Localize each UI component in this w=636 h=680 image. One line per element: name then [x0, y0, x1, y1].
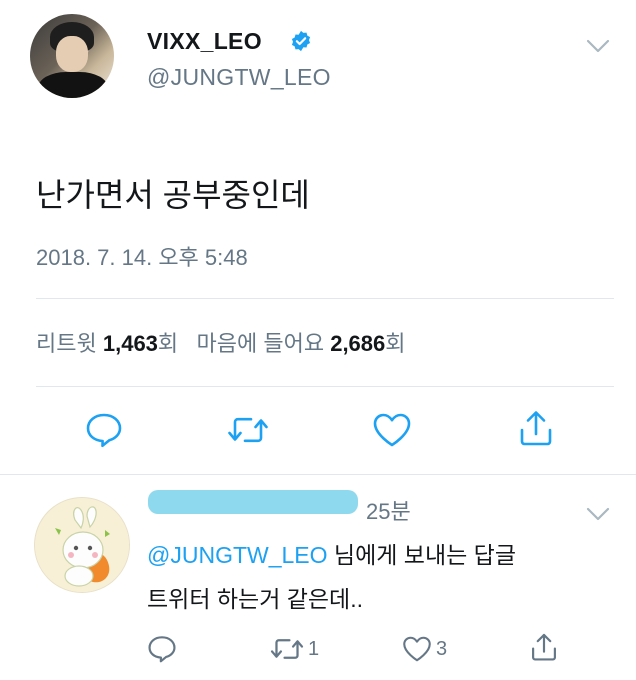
like-stat[interactable]: 마음에 들어요 2,686회: [197, 331, 406, 356]
author-display-name[interactable]: VIXX_LEO: [147, 28, 262, 55]
reply-retweet-count: 1: [308, 637, 320, 660]
chevron-down-icon[interactable]: [586, 38, 610, 54]
like-suffix: 회: [385, 331, 406, 356]
reply-button[interactable]: [82, 408, 126, 452]
retweet-label: 리트윗: [36, 331, 97, 356]
reply-to-suffix: 님에게 보내는 답글: [327, 542, 516, 568]
heart-icon: [373, 413, 411, 447]
retweet-button[interactable]: [226, 408, 270, 452]
tweet-timestamp[interactable]: 2018. 7. 14. 오후 5:48: [36, 240, 248, 272]
author-avatar[interactable]: [30, 14, 114, 98]
divider: [0, 474, 636, 475]
divider: [36, 386, 614, 387]
share-button[interactable]: [514, 406, 558, 450]
reply-like-count: 3: [436, 637, 448, 660]
reply-icon: [86, 413, 122, 448]
share-icon: [520, 411, 552, 446]
reply-mention-link[interactable]: @JUNGTW_LEO: [147, 542, 328, 568]
retweet-icon: [270, 639, 304, 659]
like-button[interactable]: [370, 408, 414, 452]
retweet-icon: [228, 417, 268, 443]
reply-retweet-button[interactable]: 1: [270, 634, 319, 664]
heart-icon: [403, 636, 431, 662]
retweet-suffix: 회: [157, 331, 179, 356]
reply-reply-button[interactable]: [147, 634, 177, 664]
reply-time[interactable]: 25분: [366, 494, 411, 526]
reply-share-button[interactable]: [530, 632, 558, 662]
chevron-down-icon[interactable]: [586, 506, 610, 522]
divider: [36, 298, 614, 299]
like-count: 2,686: [330, 331, 386, 356]
redacted-reply-name: [148, 490, 358, 514]
retweet-stat[interactable]: 리트윗 1,463회: [36, 331, 178, 356]
like-label: 마음에 들어요: [196, 331, 325, 356]
reply-author-avatar[interactable]: [34, 497, 130, 593]
tweet-text: 난가면서 공부중인데: [36, 177, 310, 213]
reply-like-button[interactable]: 3: [402, 634, 447, 664]
share-icon: [532, 633, 556, 661]
reply-text: 트위터 하는거 같은데..: [147, 586, 364, 612]
reply-icon: [148, 636, 176, 663]
author-handle[interactable]: @JUNGTW_LEO: [147, 64, 331, 91]
verified-badge-icon: [291, 30, 311, 52]
reply-to-line: @JUNGTW_LEO 님에게 보내는 답글: [147, 536, 516, 570]
tweet-stats: 리트윗 1,463회 마음에 들어요 2,686회: [36, 326, 406, 358]
retweet-count: 1,463: [102, 331, 158, 356]
